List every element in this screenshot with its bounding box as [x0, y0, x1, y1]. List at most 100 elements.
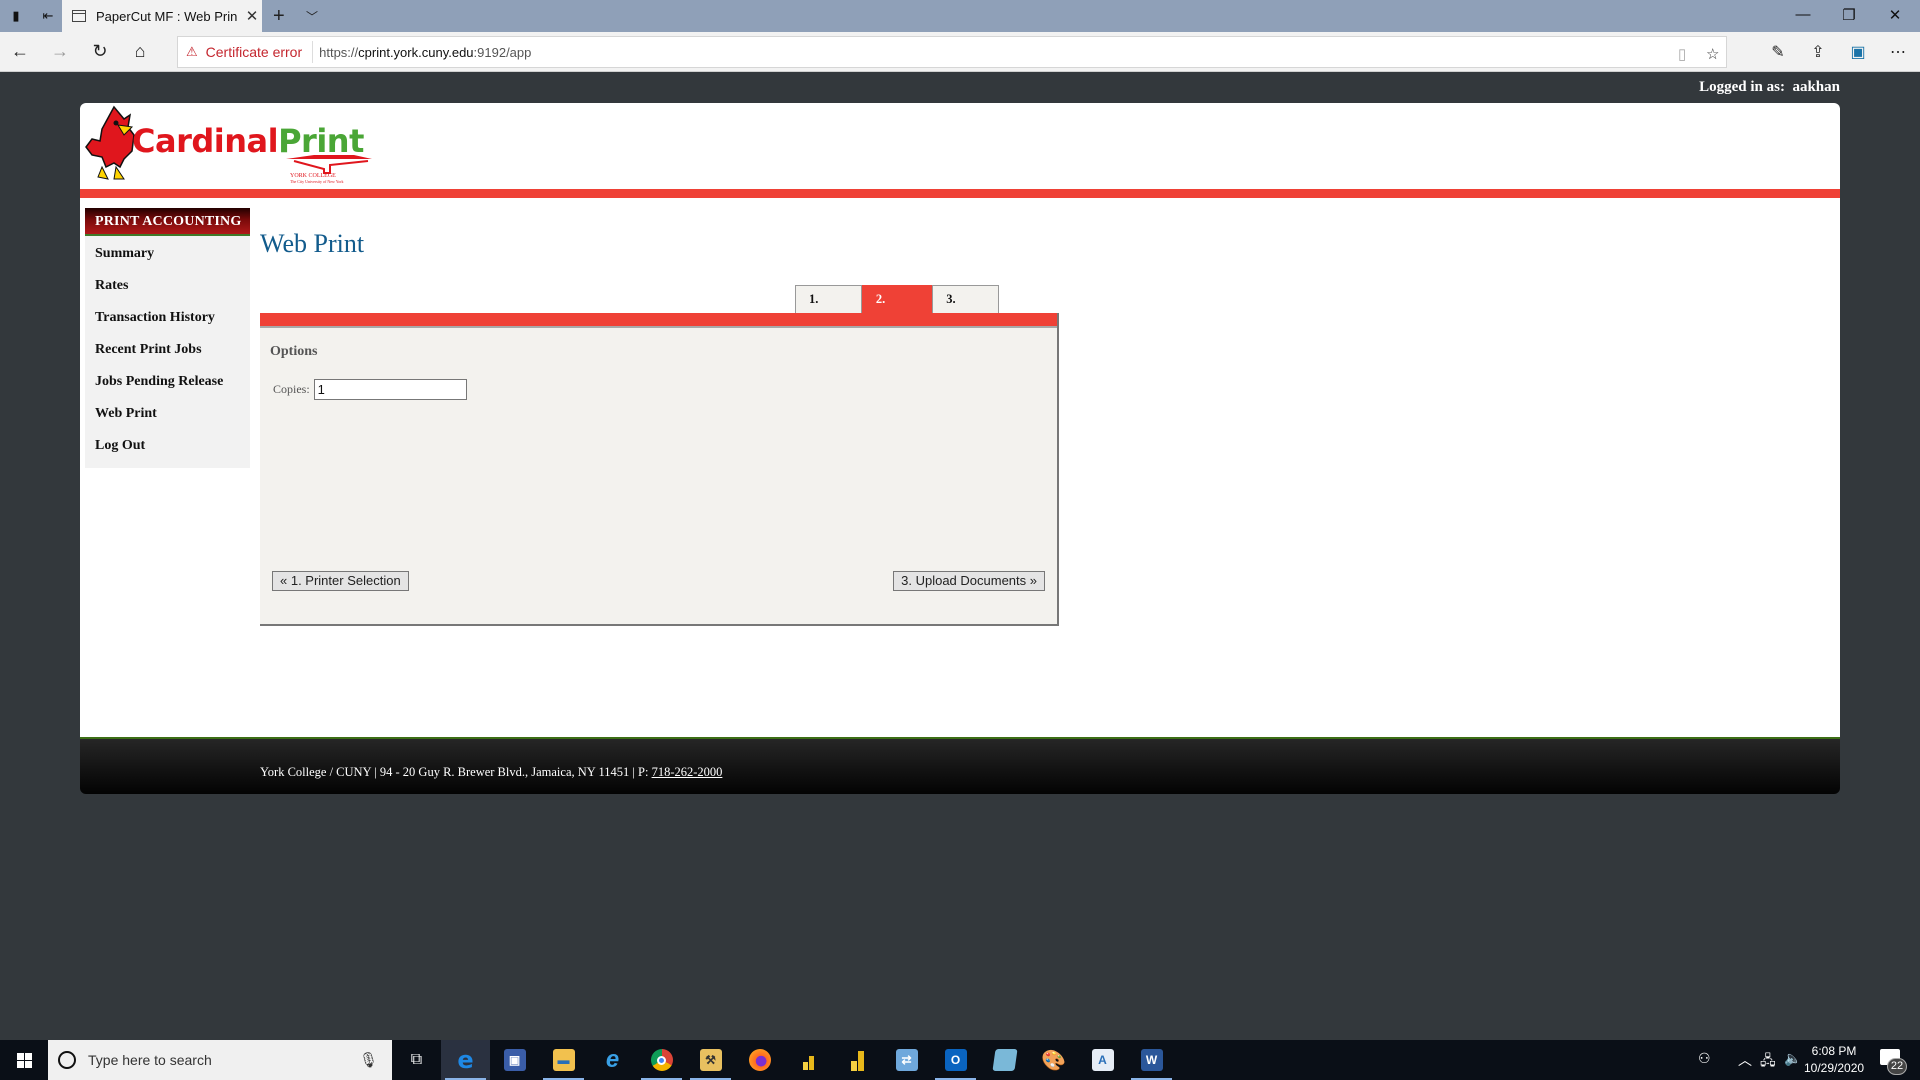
options-heading: Options: [270, 344, 318, 359]
share-icon[interactable]: ⇪: [1806, 42, 1830, 62]
people-icon[interactable]: ⚇: [1698, 1050, 1711, 1067]
back-icon[interactable]: ←: [8, 41, 32, 61]
taskbar-search-box[interactable]: Type here to search 🎙: [48, 1040, 392, 1080]
content-container: CardinalPrint YORK COLLEGE The City Unive…: [80, 103, 1840, 738]
paint-icon[interactable]: 🎨: [1029, 1040, 1078, 1080]
database-tools-icon[interactable]: ⚒: [686, 1040, 735, 1080]
certificate-error-button[interactable]: ⚠ Certificate error: [178, 41, 314, 63]
minimize-icon[interactable]: —: [1780, 6, 1826, 23]
tab-title: PaperCut MF : Web Prin: [96, 8, 238, 24]
notepad-icon[interactable]: [980, 1040, 1029, 1080]
extension-shield-icon[interactable]: ▣: [1846, 42, 1870, 62]
task-view-icon[interactable]: ⧉: [392, 1040, 441, 1080]
logged-in-label: Logged in as:: [1699, 79, 1785, 95]
sidebar-item-transaction-history[interactable]: Transaction History: [85, 302, 250, 334]
clock-date: 10/29/2020: [1804, 1061, 1865, 1075]
refresh-icon[interactable]: ↻: [88, 41, 112, 61]
sidebar-item-summary[interactable]: Summary: [85, 238, 250, 270]
tab-printer[interactable]: 1. Printer: [795, 285, 862, 332]
remote-desktop-icon[interactable]: ⇄: [882, 1040, 931, 1080]
set-aside-tabs-icon[interactable]: ⇤: [40, 8, 56, 24]
footer-text: York College / CUNY | 94 - 20 Guy R. Bre…: [260, 765, 652, 779]
site-header: CardinalPrint YORK COLLEGE The City Unive…: [80, 103, 1840, 189]
firefox-icon[interactable]: [735, 1040, 784, 1080]
sidebar-heading: PRINT ACCOUNTING: [85, 208, 250, 236]
windows-taskbar: Type here to search 🎙 ⧉ e ▣ ▬ e ⚒ ⇄ O 🎨 …: [0, 1040, 1920, 1080]
microphone-icon[interactable]: 🎙: [359, 1051, 378, 1069]
show-hidden-icons-chevron[interactable]: ︿: [1738, 1050, 1752, 1070]
wordpad-icon[interactable]: A: [1078, 1040, 1127, 1080]
chrome-icon[interactable]: [637, 1040, 686, 1080]
url-rest: :9192/app: [473, 44, 532, 60]
url-prefix: https://: [319, 44, 359, 60]
url-text: https://cprint.york.cuny.edu:9192/app: [313, 45, 531, 60]
footer-address: York College / CUNY | 94 - 20 Guy R. Bre…: [260, 765, 722, 780]
sidebar-item-recent-print-jobs[interactable]: Recent Print Jobs: [85, 334, 250, 366]
cert-error-label: Certificate error: [205, 44, 303, 60]
logged-in-status: Logged in as: aakhan: [1699, 79, 1840, 96]
remote-computer-icon[interactable]: ▣: [490, 1040, 539, 1080]
sidebar: PRINT ACCOUNTING Summary Rates Transacti…: [85, 208, 250, 468]
copies-row: Copies:: [273, 379, 467, 400]
username: aakhan: [1792, 79, 1840, 95]
york-college-emblem-icon: [286, 155, 372, 174]
internet-explorer-icon[interactable]: e: [588, 1040, 637, 1080]
site-footer: York College / CUNY | 94 - 20 Guy R. Bre…: [80, 737, 1840, 794]
sidebar-item-rates[interactable]: Rates: [85, 270, 250, 302]
windows-logo-icon: [16, 1052, 32, 1068]
word-icon[interactable]: W: [1127, 1040, 1176, 1080]
close-window-icon[interactable]: ✕: [1872, 6, 1918, 24]
start-button[interactable]: [0, 1040, 48, 1080]
restore-icon[interactable]: ❐: [1826, 6, 1872, 24]
close-tab-icon[interactable]: ✕: [242, 7, 262, 25]
sidebar-menu: Summary Rates Transaction History Recent…: [85, 236, 250, 468]
copies-input[interactable]: [313, 379, 467, 400]
notification-count-badge: 22: [1887, 1058, 1907, 1075]
york-college-line2: The City University of New York: [290, 179, 344, 184]
favorite-star-icon[interactable]: ☆: [1706, 45, 1719, 63]
page-title: Web Print: [260, 229, 365, 258]
address-toolbar: ← → ↻ ⌂ ⚠ Certificate error https://cpri…: [0, 32, 1920, 72]
upload-documents-next-button[interactable]: 3. Upload Documents »: [893, 571, 1045, 591]
page-viewport: Logged in as: aakhan CardinalPrint YORK …: [0, 73, 1920, 1039]
network-icon[interactable]: 🖧: [1760, 1050, 1776, 1074]
forward-icon[interactable]: →: [48, 41, 72, 61]
browser-tab-bar: ▮ ⇤ PaperCut MF : Web Prin ✕ + ﹀ — ❐ ✕: [0, 0, 1920, 32]
page-icon: [72, 10, 86, 22]
clock[interactable]: 6:08 PM 10/29/2020: [1804, 1043, 1864, 1077]
new-tab-icon[interactable]: +: [273, 5, 285, 28]
warning-icon: ⚠: [186, 44, 198, 59]
footer-phone-link[interactable]: 718-262-2000: [652, 765, 723, 779]
power-bi-icon[interactable]: [784, 1040, 833, 1080]
cortana-icon: [58, 1051, 76, 1069]
options-panel: Options Copies: « 1. Printer Selection 3…: [260, 313, 1059, 626]
york-college-text: YORK COLLEGE The City University of New Y…: [290, 173, 344, 185]
file-explorer-icon[interactable]: ▬: [539, 1040, 588, 1080]
cardinal-print-logo[interactable]: CardinalPrint YORK COLLEGE The City Unive…: [84, 105, 384, 189]
chevron-down-icon[interactable]: ﹀: [306, 8, 318, 25]
brand-cardinal: Cardinal: [132, 122, 279, 160]
panel-header-bar: [260, 313, 1057, 328]
home-icon[interactable]: ⌂: [128, 41, 152, 61]
pen-icon[interactable]: ✎: [1766, 42, 1790, 62]
url-host: cprint.york.cuny.edu: [358, 44, 474, 60]
sidebar-item-jobs-pending-release[interactable]: Jobs Pending Release: [85, 366, 250, 398]
printer-selection-back-button[interactable]: « 1. Printer Selection: [272, 571, 409, 591]
wizard-steps: 1. Printer 2. Options 3. Upload: [795, 285, 1000, 332]
power-bi-desktop-icon[interactable]: [833, 1040, 882, 1080]
sidebar-item-log-out[interactable]: Log Out: [85, 430, 250, 462]
tab-upload[interactable]: 3. Upload: [932, 285, 1000, 332]
sidebar-item-web-print[interactable]: Web Print: [85, 398, 250, 430]
reading-view-icon[interactable]: ▯: [1678, 45, 1686, 63]
tab-manager-icon[interactable]: ▮: [8, 8, 24, 24]
search-placeholder: Type here to search: [88, 1052, 212, 1068]
volume-icon[interactable]: 🔈: [1784, 1050, 1801, 1067]
clock-time: 6:08 PM: [1811, 1044, 1857, 1058]
main-content: Web Print 1. Printer 2. Options 3. Uploa…: [260, 229, 1059, 626]
browser-tab[interactable]: PaperCut MF : Web Prin ✕: [62, 0, 262, 32]
address-field[interactable]: ⚠ Certificate error https://cprint.york.…: [177, 36, 1727, 68]
tab-options[interactable]: 2. Options: [861, 285, 933, 332]
outlook-icon[interactable]: O: [931, 1040, 980, 1080]
edge-browser-icon[interactable]: e: [441, 1040, 490, 1080]
more-options-icon[interactable]: ⋯: [1886, 42, 1910, 62]
